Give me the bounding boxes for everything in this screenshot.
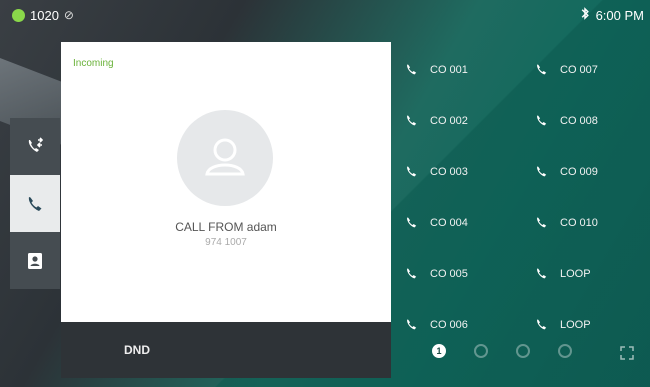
sidebar bbox=[10, 118, 60, 289]
phone-icon bbox=[407, 319, 417, 330]
phone-icon bbox=[407, 268, 417, 279]
caller-number: 974 1007 bbox=[205, 237, 247, 248]
speed-dial-label: LOOP bbox=[560, 267, 591, 280]
phone-icon bbox=[26, 195, 44, 213]
account-number: 1020 bbox=[30, 7, 59, 23]
page-dot-4[interactable] bbox=[558, 344, 572, 358]
speed-dial-key[interactable]: LOOP bbox=[535, 248, 645, 299]
speed-dial-key[interactable]: CO 008 bbox=[535, 95, 645, 146]
avatar bbox=[177, 110, 273, 206]
page-dot-2[interactable] bbox=[474, 344, 488, 358]
phone-icon bbox=[407, 64, 417, 75]
call-history-icon bbox=[25, 136, 45, 157]
incoming-call-card[interactable]: Incoming CALL FROM adam 974 1007 bbox=[61, 42, 391, 322]
speed-dial-label: CO 010 bbox=[560, 216, 598, 229]
phone-icon bbox=[407, 217, 417, 228]
status-bar: 1020 ⊘ 6:00 PM bbox=[0, 0, 650, 30]
softkey-bar: DND bbox=[61, 322, 391, 378]
speed-dial-key[interactable]: CO 005 bbox=[405, 248, 535, 299]
clock: 6:00 PM bbox=[595, 7, 644, 23]
phone-icon bbox=[537, 166, 547, 177]
speed-dial-key[interactable]: CO 006 bbox=[405, 299, 535, 350]
person-icon bbox=[205, 138, 245, 176]
dnd-button[interactable]: DND bbox=[124, 343, 150, 357]
phone-icon bbox=[537, 64, 547, 75]
status-right: 6:00 PM bbox=[580, 7, 650, 23]
speed-dial-label: LOOP bbox=[560, 318, 591, 331]
sidebar-item-history[interactable] bbox=[10, 118, 60, 175]
caller-name: CALL FROM adam bbox=[175, 220, 277, 234]
speed-dial-grid: CO 001 CO 007 CO 002 CO 008 CO 003 CO 00… bbox=[405, 44, 645, 350]
page-dot-3[interactable] bbox=[516, 344, 530, 358]
speed-dial-label: CO 009 bbox=[560, 165, 598, 178]
speed-dial-key[interactable]: CO 002 bbox=[405, 95, 535, 146]
speed-dial-label: CO 001 bbox=[430, 63, 468, 76]
speed-dial-label: CO 006 bbox=[430, 318, 468, 331]
expand-icon[interactable] bbox=[620, 346, 634, 365]
call-status: Incoming bbox=[73, 58, 114, 69]
phone-icon bbox=[537, 319, 547, 330]
sidebar-item-dialer[interactable] bbox=[10, 175, 60, 232]
speed-dial-key[interactable]: LOOP bbox=[535, 299, 645, 350]
phone-icon bbox=[537, 115, 547, 126]
speed-dial-key[interactable]: CO 001 bbox=[405, 44, 535, 95]
bluetooth-icon bbox=[580, 7, 590, 23]
speed-dial-label: CO 005 bbox=[430, 267, 468, 280]
phone-icon bbox=[407, 115, 417, 126]
online-status-icon bbox=[12, 8, 25, 22]
speed-dial-label: CO 008 bbox=[560, 114, 598, 127]
speed-dial-label: CO 002 bbox=[430, 114, 468, 127]
sidebar-item-contacts[interactable] bbox=[10, 232, 60, 289]
network-icon: ⊘ bbox=[63, 8, 74, 22]
speed-dial-label: CO 007 bbox=[560, 63, 598, 76]
page-dot-1[interactable]: 1 bbox=[432, 344, 446, 358]
phone-icon bbox=[537, 268, 547, 279]
page-indicator: 1 bbox=[432, 344, 600, 358]
speed-dial-label: CO 004 bbox=[430, 216, 468, 229]
contacts-icon bbox=[27, 252, 43, 270]
speed-dial-key[interactable]: CO 003 bbox=[405, 146, 535, 197]
account-status[interactable]: 1020 ⊘ bbox=[0, 8, 74, 23]
phone-icon bbox=[407, 166, 417, 177]
speed-dial-key[interactable]: CO 007 bbox=[535, 44, 645, 95]
phone-icon bbox=[537, 217, 547, 228]
speed-dial-key[interactable]: CO 010 bbox=[535, 197, 645, 248]
speed-dial-key[interactable]: CO 004 bbox=[405, 197, 535, 248]
speed-dial-key[interactable]: CO 009 bbox=[535, 146, 645, 197]
speed-dial-label: CO 003 bbox=[430, 165, 468, 178]
